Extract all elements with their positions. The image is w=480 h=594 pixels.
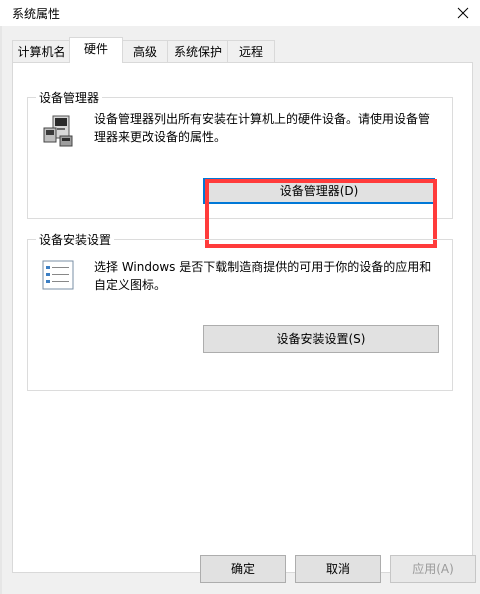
dialog-body: 计算机名 硬件 高级 系统保护 远程 设备管理器 设备管理器列出所有安装在计算机… xyxy=(2,26,480,594)
device-manager-description-line2: 理器来更改设备的属性。 xyxy=(94,130,227,144)
tab-computer-name[interactable]: 计算机名 xyxy=(12,40,71,63)
apply-button[interactable]: 应用(A) xyxy=(390,555,476,583)
tab-remote[interactable]: 远程 xyxy=(227,40,275,63)
hardware-panel: 设备管理器 设备管理器列出所有安装在计算机上的硬件设备。请使用设备管 理器来更改… xyxy=(12,62,473,573)
tab-system-protection[interactable]: 系统保护 xyxy=(167,40,229,63)
device-install-title: 设备安装设置 xyxy=(36,231,115,248)
device-install-description-line2: 自定义图标。 xyxy=(94,278,167,292)
window-title: 系统属性 xyxy=(12,7,61,21)
ok-button[interactable]: 确定 xyxy=(200,555,286,583)
close-icon[interactable] xyxy=(452,2,474,24)
highlight-box xyxy=(205,179,437,248)
device-manager-description-line1: 设备管理器列出所有安装在计算机上的硬件设备。请使用设备管 xyxy=(94,112,431,126)
device-install-group: 设备安装设置 选择 Windows 是否下载制造商提供的可用于你的设备的应用和 … xyxy=(27,231,453,391)
title-bar: 系统属性 xyxy=(0,0,480,26)
device-install-settings-button[interactable]: 设备安装设置(S) xyxy=(203,325,439,353)
tab-hardware[interactable]: 硬件 xyxy=(69,37,123,63)
device-manager-title: 设备管理器 xyxy=(36,89,103,106)
tab-advanced[interactable]: 高级 xyxy=(121,40,169,63)
cancel-button[interactable]: 取消 xyxy=(295,555,381,583)
device-install-description-line1: 选择 Windows 是否下载制造商提供的可用于你的设备的应用和 xyxy=(94,260,432,274)
settings-list-icon xyxy=(42,260,74,290)
device-manager-icon xyxy=(43,115,73,147)
